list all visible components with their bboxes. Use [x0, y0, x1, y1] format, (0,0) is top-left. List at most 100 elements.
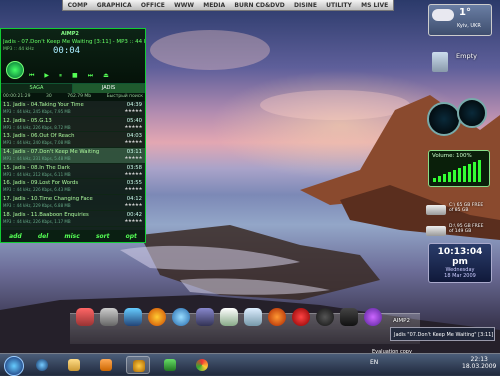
menu-item-graphica[interactable]: GRAPHICA: [97, 2, 132, 9]
taskbar-aimp[interactable]: [126, 356, 150, 374]
recycle-bin-icon[interactable]: [430, 48, 450, 74]
menu-item-www[interactable]: WWW: [174, 2, 194, 9]
add-button[interactable]: add: [9, 233, 22, 240]
delete-button[interactable]: del: [38, 233, 48, 240]
menu-item-burn[interactable]: BURN CD&DVD: [234, 2, 284, 9]
gauge-icon: [427, 102, 461, 136]
dock-app-icon[interactable]: [172, 308, 190, 326]
track-title: 13. Jadis - 06.Out Of Reach: [3, 133, 75, 140]
dock-app-icon[interactable]: [124, 308, 142, 326]
dock-app-icon[interactable]: [268, 308, 286, 326]
play-icon[interactable]: ▶: [44, 72, 49, 80]
dock-app-icon[interactable]: [340, 308, 358, 326]
track-rating: ★★★★★: [124, 203, 142, 209]
playlist-row[interactable]: 14. Jadis - 07.Don't Keep Me Waiting 03:1…: [1, 148, 145, 164]
start-button[interactable]: [4, 356, 24, 376]
track-title: 17. Jadis - 10.Time Changing Face: [3, 196, 93, 203]
menu-item-mslive[interactable]: MS LIVE: [361, 2, 388, 9]
rocket-dock: [70, 308, 420, 344]
clock-date: 18 Mar 2009: [444, 273, 476, 279]
track-title: 16. Jadis - 09.Lost For Words: [3, 180, 79, 187]
menu-item-comp[interactable]: COMP: [68, 2, 88, 9]
playlist-row[interactable]: 18. Jadis - 11.Baaboon Enquiries 00:42 MP3…: [1, 211, 145, 227]
track-meta: MP3 :: 44 kHz, 229 Kbps, 6.88 MB: [3, 203, 71, 209]
hard-drive-icon: [426, 205, 446, 215]
drive-gadget-c[interactable]: C:\ 65 GB FREE of 85 GB: [426, 203, 492, 217]
track-rating: ★★★★★: [124, 218, 142, 224]
next-icon[interactable]: ⏭: [88, 72, 93, 80]
quick-search[interactable]: Быстрый поиск: [107, 93, 143, 101]
aimp-player-window: AIMP2 Jadis - 07.Don't Keep Me Waiting […: [0, 28, 146, 243]
dock-app-icon[interactable]: [76, 308, 94, 326]
track-notification[interactable]: Jadis "07.Don't Keep Me Waiting" [3:11]: [390, 327, 495, 341]
tray-clock[interactable]: 22:13 18.03.2009: [462, 356, 496, 370]
taskbar-explorer[interactable]: [62, 356, 86, 374]
track-title: 18. Jadis - 11.Baaboon Enquiries: [3, 211, 89, 218]
playlist-row[interactable]: 16. Jadis - 09.Lost For Words 03:55 MP3 ::…: [1, 179, 145, 196]
playlist-status: 00:00:21:29 30 762.79 Mb Быстрый поиск: [1, 93, 145, 101]
track-rating: ★★★★★: [124, 124, 142, 130]
menu-item-utility[interactable]: UTILITY: [326, 2, 352, 9]
prev-icon[interactable]: ⏮: [29, 72, 34, 80]
folder-icon: [68, 359, 80, 371]
ie-icon: [36, 359, 48, 371]
playlist: 11. Jadis - 04.Taking Your Time 04:39 MP3 …: [1, 101, 145, 227]
stop-icon[interactable]: ■: [72, 72, 78, 80]
track-rating: ★★★★★: [124, 171, 142, 177]
taskbar-chrome[interactable]: [190, 356, 214, 374]
track-rating: ★★★★★: [124, 156, 142, 162]
player-display: AIMP2 Jadis - 07.Don't Keep Me Waiting […: [1, 29, 145, 84]
playlist-row[interactable]: 11. Jadis - 04.Taking Your Time 04:39 MP3 …: [1, 101, 145, 117]
track-title: 11. Jadis - 04.Taking Your Time: [3, 102, 84, 108]
playlist-row[interactable]: 12. Jadis - 05.G.13 05:40 MP3 :: 44 kHz, 2…: [1, 117, 145, 133]
tray-time: 22:13: [470, 356, 488, 363]
menu-item-media[interactable]: MEDIA: [203, 2, 225, 9]
cpu-meter-gadget: [427, 98, 487, 144]
track-duration: 03:58: [126, 164, 142, 171]
track-title: 14. Jadis - 07.Don't Keep Me Waiting: [3, 149, 100, 156]
system-tray: EN 22:13 18.03.2009: [370, 353, 500, 375]
tab-saga[interactable]: SAGA: [1, 84, 73, 93]
taskbar-ie[interactable]: [30, 356, 54, 374]
taskbar-media[interactable]: [94, 356, 118, 374]
chrome-icon: [196, 359, 208, 371]
clock-time: 10:13:04 pm: [437, 247, 483, 267]
play-button[interactable]: [6, 61, 24, 79]
volume-gadget[interactable]: Volume: 100%: [428, 150, 490, 187]
app-icon: [164, 359, 176, 371]
misc-button[interactable]: misc: [64, 233, 79, 240]
dock-app-icon[interactable]: [196, 308, 214, 326]
pause-icon[interactable]: ⏸: [59, 72, 62, 80]
dock-app-icon[interactable]: [244, 308, 262, 326]
playlist-row[interactable]: 13. Jadis - 06.Out Of Reach 04:03 MP3 :: 4…: [1, 132, 145, 149]
taskbar-app[interactable]: [158, 356, 182, 374]
track-meta: MP3 :: 44 kHz, 212 Kbps, 6.11 MB: [3, 171, 71, 177]
total-size: 762.79 Mb: [67, 94, 92, 99]
dock-app-icon[interactable]: [100, 308, 118, 326]
track-rating: ★★★★★: [124, 140, 142, 146]
menu-item-disine[interactable]: DISINE: [294, 2, 317, 9]
eject-icon[interactable]: ⏏: [103, 72, 109, 80]
recycle-bin-label: Empty: [456, 52, 477, 60]
track-duration: 04:03: [126, 133, 142, 140]
language-indicator[interactable]: EN: [370, 359, 378, 366]
utorrent-icon[interactable]: [316, 308, 334, 326]
firefox-icon[interactable]: [148, 308, 166, 326]
playlist-row[interactable]: 15. Jadis - 08.In The Dark 03:58 MP3 :: 44…: [1, 164, 145, 180]
cloud-icon: [432, 9, 454, 21]
playlist-row[interactable]: 17. Jadis - 10.Time Changing Face 04:12 MP…: [1, 195, 145, 211]
sort-button[interactable]: sort: [96, 233, 110, 240]
track-rating: ★★★★★: [124, 109, 142, 114]
track-meta: MP3 :: 44 kHz, 231 Kbps, 5.48 MB: [3, 156, 71, 162]
weather-gadget[interactable]: 1° Kyiv, UKR: [428, 4, 492, 36]
drive-gadget-d[interactable]: D:\ 95 GB FREE of 149 GB: [426, 224, 492, 238]
dock-app-icon[interactable]: [364, 308, 382, 326]
dock-app-icon[interactable]: [220, 308, 238, 326]
track-meta: MP3 :: 44 kHz, 226 Kbps, 8.72 MB: [3, 124, 71, 130]
track-meta: MP3 :: 44 kHz, 226 Kbps, 6.43 MB: [3, 187, 71, 193]
tab-jadis[interactable]: JADIS: [73, 84, 145, 93]
dock-app-icon[interactable]: [292, 308, 310, 326]
clock-gadget[interactable]: 10:13:04 pm Wednesday 18 Mar 2009: [428, 243, 492, 283]
options-button[interactable]: opt: [126, 233, 137, 240]
menu-item-office[interactable]: OFFICE: [141, 2, 165, 9]
